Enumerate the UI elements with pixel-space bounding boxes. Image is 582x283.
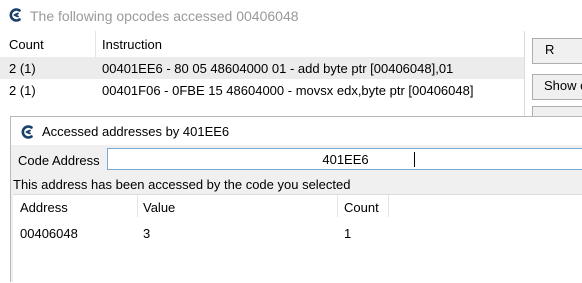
accessed-addresses-dialog: Accessed addresses by 401EE6 Code Addres…	[10, 116, 582, 283]
cheat-engine-logo-icon	[8, 7, 24, 23]
replace-button-label: R	[545, 42, 555, 57]
count-cell: 1	[344, 226, 352, 241]
outer-window-title: The following opcodes accessed 00406048	[30, 8, 299, 24]
opcode-instruction: 00401EE6 - 80 05 48604000 01 - add byte …	[102, 61, 454, 76]
column-separator[interactable]	[337, 195, 338, 217]
opcode-count: 2 (1)	[9, 61, 36, 76]
replace-button[interactable]: R	[532, 38, 582, 64]
opcode-instruction: 00401F06 - 0FBE 15 48604000 - movsx edx,…	[102, 83, 474, 98]
code-address-input[interactable]	[107, 148, 582, 170]
address-cell: 00406048	[20, 226, 78, 241]
cheat-engine-logo-icon	[20, 124, 36, 140]
opcode-count: 2 (1)	[9, 83, 36, 98]
column-separator[interactable]	[95, 31, 96, 57]
dialog-title: Accessed addresses by 401EE6	[42, 124, 230, 139]
column-header-address[interactable]: Address	[20, 200, 68, 215]
column-header-count[interactable]: Count	[344, 200, 379, 215]
column-separator[interactable]	[388, 195, 389, 217]
column-header-value[interactable]: Value	[143, 200, 175, 215]
code-address-label: Code Address	[18, 153, 100, 168]
column-separator[interactable]	[137, 195, 138, 217]
text-caret	[414, 152, 415, 167]
opcode-row[interactable]: 2 (1) 00401EE6 - 80 05 48604000 01 - add…	[0, 57, 524, 79]
show-disassembler-button-label: Show c	[544, 78, 582, 93]
opcode-list-header: Count Instruction	[0, 31, 524, 58]
show-disassembler-button[interactable]: Show c	[532, 74, 582, 100]
address-row[interactable]: 00406048 3 1	[13, 222, 582, 244]
column-header-count[interactable]: Count	[9, 37, 44, 52]
info-text: This address has been accessed by the co…	[13, 177, 351, 192]
accessed-address-list[interactable]: Address Value Count 00406048 3 1	[13, 194, 582, 283]
dialog-titlebar: Accessed addresses by 401EE6	[11, 117, 582, 145]
outer-window-titlebar: The following opcodes accessed 00406048	[0, 0, 582, 30]
value-cell: 3	[143, 226, 151, 241]
address-list-header: Address Value Count	[13, 195, 582, 219]
opcode-row[interactable]: 2 (1) 00401F06 - 0FBE 15 48604000 - movs…	[0, 79, 524, 101]
column-header-instruction[interactable]: Instruction	[102, 37, 162, 52]
